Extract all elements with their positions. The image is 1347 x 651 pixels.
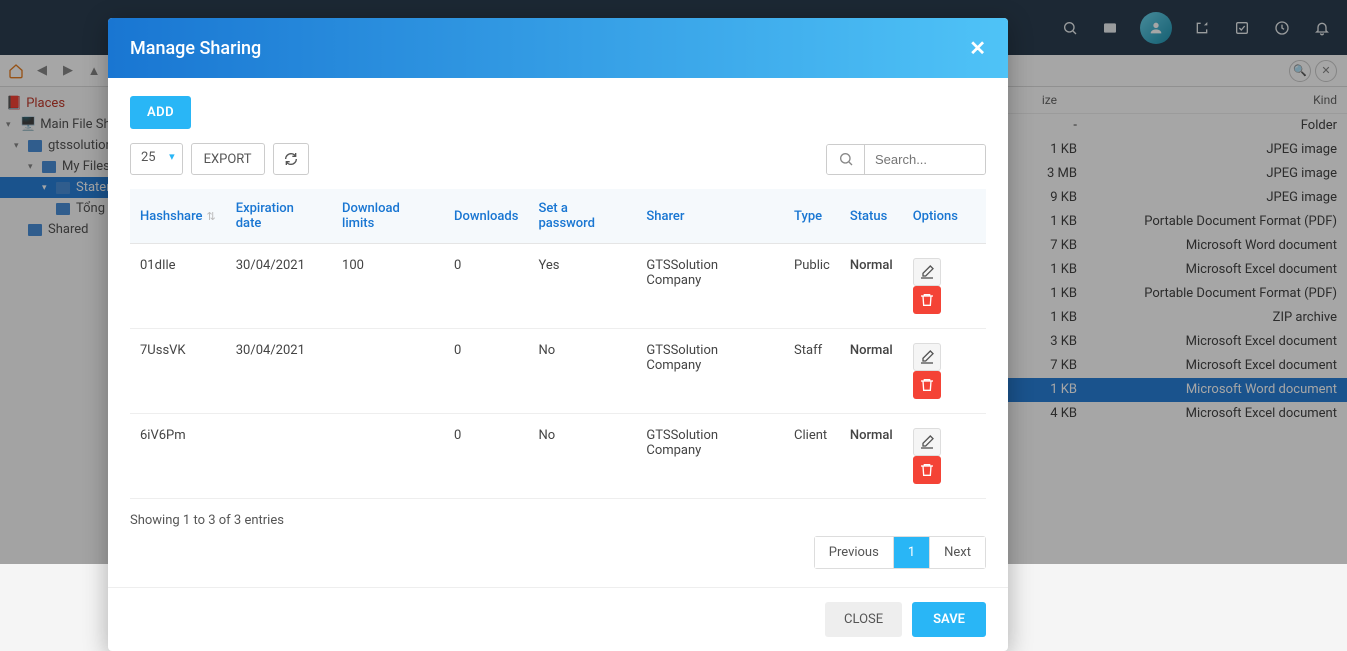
edit-icon: [919, 264, 935, 280]
cell-type: Staff: [784, 329, 840, 414]
modal-footer: CLOSE SAVE: [108, 587, 1008, 651]
cell-downloads: 0: [444, 329, 528, 414]
edit-icon: [919, 434, 935, 450]
delete-button[interactable]: [913, 371, 941, 399]
prev-button[interactable]: Previous: [815, 537, 894, 568]
next-button[interactable]: Next: [930, 537, 985, 568]
delete-button[interactable]: [913, 286, 941, 314]
sharing-table: Hashshare⇅ Expiration date Download limi…: [130, 189, 986, 499]
col-downloads[interactable]: Downloads: [444, 189, 528, 244]
modal-header: Manage Sharing ✕: [108, 18, 1008, 78]
modal-body: ADD 25 EXPORT Hashshare⇅ Expiration: [108, 78, 1008, 587]
table-row: 7UssVK30/04/2021 0NoGTSSolution CompanySt…: [130, 329, 986, 414]
cell-type: Client: [784, 414, 840, 499]
col-type[interactable]: Type: [784, 189, 840, 244]
col-expiration[interactable]: Expiration date: [226, 189, 332, 244]
cell-options: [903, 244, 986, 329]
cell-sharer: GTSSolution Company: [636, 244, 784, 329]
page-size-select[interactable]: 25: [130, 143, 183, 175]
cell-sharer: GTSSolution Company: [636, 414, 784, 499]
edit-button[interactable]: [913, 428, 941, 456]
page-1-button[interactable]: 1: [894, 537, 930, 568]
cell-password: No: [528, 329, 636, 414]
add-button[interactable]: ADD: [130, 96, 191, 129]
table-info: Showing 1 to 3 of 3 entries: [130, 513, 986, 528]
edit-icon: [919, 349, 935, 365]
cell-exp: 30/04/2021: [226, 329, 332, 414]
search-icon: [838, 151, 854, 167]
cell-hash: 01dIle: [130, 244, 226, 329]
cell-exp: [226, 414, 332, 499]
save-button[interactable]: SAVE: [912, 602, 986, 637]
col-status[interactable]: Status: [840, 189, 903, 244]
search-input[interactable]: [865, 145, 985, 174]
col-download-limits[interactable]: Download limits: [332, 189, 444, 244]
refresh-button[interactable]: [273, 143, 309, 175]
trash-icon: [919, 292, 935, 308]
cell-downloads: 0: [444, 244, 528, 329]
cell-options: [903, 414, 986, 499]
cell-limits: [332, 329, 444, 414]
col-sharer[interactable]: Sharer: [636, 189, 784, 244]
cell-hash: 7UssVK: [130, 329, 226, 414]
trash-icon: [919, 462, 935, 478]
modal-title: Manage Sharing: [130, 38, 261, 59]
refresh-icon: [283, 151, 299, 167]
controls-left: 25 EXPORT: [130, 143, 309, 175]
table-row: 6iV6Pm 0NoGTSSolution CompanyClientNormal: [130, 414, 986, 499]
col-password[interactable]: Set a password: [528, 189, 636, 244]
edit-button[interactable]: [913, 343, 941, 371]
cell-hash: 6iV6Pm: [130, 414, 226, 499]
delete-button[interactable]: [913, 456, 941, 484]
pagination: Previous 1 Next: [814, 536, 986, 569]
cell-limits: 100: [332, 244, 444, 329]
cell-password: Yes: [528, 244, 636, 329]
col-options[interactable]: Options: [903, 189, 986, 244]
search-box: [826, 144, 986, 175]
close-icon[interactable]: ✕: [969, 36, 986, 60]
manage-sharing-modal: Manage Sharing ✕ ADD 25 EXPORT H: [108, 18, 1008, 651]
cell-status: Normal: [840, 244, 903, 329]
cell-options: [903, 329, 986, 414]
controls-row: 25 EXPORT: [130, 143, 986, 175]
search-button[interactable]: [827, 145, 865, 174]
cell-status: Normal: [840, 329, 903, 414]
cell-limits: [332, 414, 444, 499]
cell-password: No: [528, 414, 636, 499]
cell-exp: 30/04/2021: [226, 244, 332, 329]
trash-icon: [919, 377, 935, 393]
cell-status: Normal: [840, 414, 903, 499]
cell-sharer: GTSSolution Company: [636, 329, 784, 414]
close-button[interactable]: CLOSE: [825, 602, 902, 637]
col-hashshare[interactable]: Hashshare⇅: [130, 189, 226, 244]
cell-type: Public: [784, 244, 840, 329]
cell-downloads: 0: [444, 414, 528, 499]
edit-button[interactable]: [913, 258, 941, 286]
table-row: 01dIle30/04/20211000YesGTSSolution Compa…: [130, 244, 986, 329]
export-button[interactable]: EXPORT: [191, 143, 265, 175]
